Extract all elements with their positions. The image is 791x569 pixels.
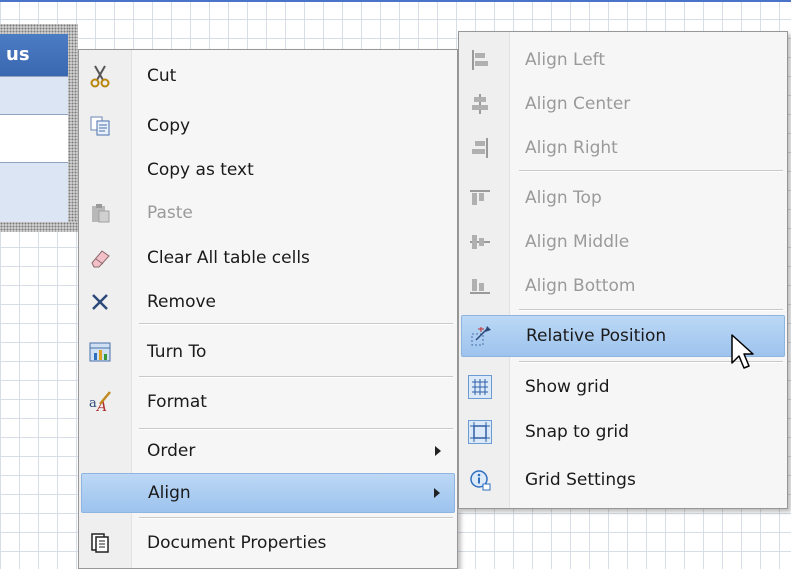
menu-item-copy-as-text[interactable]: Copy as text [81, 150, 455, 190]
menu-item-label: Copy as text [147, 160, 254, 180]
submenu-item-label: Snap to grid [525, 422, 629, 442]
submenu-item-label: Align Top [525, 188, 602, 208]
selected-table[interactable]: us [0, 24, 78, 232]
menu-separator [519, 170, 783, 172]
submenu-item-align-top[interactable]: Align Top [461, 178, 785, 218]
document-properties-icon [87, 530, 113, 556]
menu-separator [139, 517, 453, 519]
submenu-item-label: Align Middle [525, 232, 630, 252]
grid-settings-icon [467, 467, 493, 493]
canvas-top-edge [0, 0, 791, 2]
menu-item-format[interactable]: aA Format [81, 381, 455, 423]
align-top-icon [467, 185, 493, 211]
eraser-icon [87, 245, 113, 271]
selection-border [0, 24, 78, 34]
grid-icon [467, 374, 493, 400]
menu-item-clear-all-table-cells[interactable]: Clear All table cells [81, 238, 455, 278]
submenu-item-snap-to-grid[interactable]: Snap to grid [461, 410, 785, 454]
submenu-arrow-icon [435, 446, 441, 456]
menu-separator [139, 376, 453, 378]
align-center-icon [467, 91, 493, 117]
menu-item-label: Remove [147, 292, 216, 312]
menu-item-label: Document Properties [147, 533, 327, 553]
remove-x-icon [87, 289, 113, 315]
submenu-item-align-bottom[interactable]: Align Bottom [461, 266, 785, 306]
menu-item-label: Paste [147, 203, 193, 223]
submenu-item-align-right[interactable]: Align Right [461, 128, 785, 168]
menu-item-label: Clear All table cells [147, 248, 310, 268]
submenu-item-label: Align Center [525, 94, 631, 114]
menu-item-order[interactable]: Order [81, 430, 455, 472]
submenu-item-grid-settings[interactable]: Grid Settings [461, 459, 785, 501]
scissors-icon [87, 63, 113, 89]
menu-item-label: Order [147, 441, 196, 461]
table-row[interactable] [0, 162, 68, 223]
table-header-cell[interactable]: us [0, 34, 68, 76]
format-icon: aA [87, 389, 113, 415]
submenu-item-label: Show grid [525, 377, 610, 397]
selection-border [0, 222, 78, 232]
menu-item-document-properties[interactable]: Document Properties [81, 522, 455, 564]
menu-item-align[interactable]: Align [81, 473, 455, 513]
paste-icon [87, 200, 113, 226]
submenu-item-label: Align Left [525, 50, 606, 70]
context-menu: Cut Copy Copy as text Paste Clear All ta… [78, 49, 458, 569]
align-middle-icon [467, 229, 493, 255]
menu-separator [139, 323, 453, 325]
align-right-icon [467, 135, 493, 161]
svg-text:a: a [89, 396, 97, 411]
menu-item-cut[interactable]: Cut [81, 56, 455, 96]
menu-item-remove[interactable]: Remove [81, 282, 455, 322]
menu-separator [519, 309, 783, 311]
align-bottom-icon [467, 273, 493, 299]
menu-item-label: Format [147, 392, 207, 412]
submenu-item-label: Align Right [525, 138, 618, 158]
chart-table-icon [87, 339, 113, 365]
relative-position-icon [468, 323, 494, 349]
menu-item-label: Align [148, 483, 191, 503]
menu-item-copy[interactable]: Copy [81, 106, 455, 146]
mouse-pointer-icon [730, 333, 756, 376]
menu-item-label: Cut [147, 66, 177, 86]
submenu-item-align-middle[interactable]: Align Middle [461, 222, 785, 262]
submenu-item-label: Grid Settings [525, 470, 636, 490]
menu-item-paste[interactable]: Paste [81, 193, 455, 233]
submenu-item-label: Relative Position [526, 326, 667, 346]
submenu-item-label: Align Bottom [525, 276, 636, 296]
menu-item-label: Turn To [147, 342, 207, 362]
submenu-item-align-left[interactable]: Align Left [461, 40, 785, 80]
menu-item-label: Copy [147, 116, 191, 136]
table-row[interactable] [0, 76, 68, 115]
menu-item-turn-to[interactable]: Turn To [81, 331, 455, 373]
table-row[interactable] [0, 114, 68, 163]
snap-to-grid-icon [467, 419, 493, 445]
selection-border [68, 24, 78, 232]
submenu-item-align-center[interactable]: Align Center [461, 84, 785, 124]
align-left-icon [467, 47, 493, 73]
copy-icon [87, 113, 113, 139]
submenu-arrow-icon [434, 488, 440, 498]
align-submenu: Align Left Align Center Align Right Alig… [458, 31, 788, 509]
